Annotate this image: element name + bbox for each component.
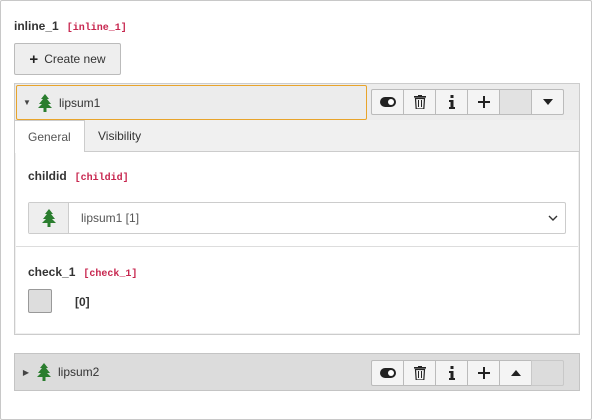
- plus-icon: [477, 367, 490, 379]
- childid-panel: childid [childid] lipsum1 [1]: [16, 152, 578, 247]
- childid-label-text: childid: [28, 169, 67, 183]
- arrow-down-icon: [542, 99, 553, 105]
- record-lipsum2: ▶ lipsum2: [14, 353, 580, 391]
- chevron-down-icon: [541, 203, 565, 233]
- add-button[interactable]: [467, 360, 500, 386]
- info-button[interactable]: [435, 89, 468, 115]
- tab-general[interactable]: General: [15, 120, 85, 153]
- delete-button[interactable]: [403, 360, 436, 386]
- field-label: inline_1 [inline_1]: [14, 19, 127, 34]
- info-button[interactable]: [435, 360, 468, 386]
- plus-icon: [477, 96, 490, 108]
- childid-code: [childid]: [74, 173, 129, 184]
- delete-button[interactable]: [403, 89, 436, 115]
- record-title: lipsum2: [58, 365, 100, 379]
- tree-icon: [36, 363, 54, 381]
- check-label-text: check_1: [28, 265, 76, 279]
- field-label-text: inline_1: [14, 19, 59, 33]
- record-toolbar: [371, 89, 564, 115]
- plus-icon: +: [29, 50, 39, 68]
- toggle-icon: [379, 368, 396, 378]
- trash-icon: [413, 95, 426, 109]
- childid-label: childid [childid]: [28, 169, 129, 184]
- create-new-button[interactable]: + Create new: [14, 43, 121, 75]
- caret-right-icon[interactable]: ▶: [16, 368, 36, 377]
- create-new-label: Create new: [44, 52, 106, 66]
- tree-icon: [41, 209, 56, 227]
- move-down-button[interactable]: [531, 89, 564, 115]
- field-code: [inline_1]: [66, 23, 127, 34]
- select-addon: [29, 203, 69, 233]
- record-header[interactable]: ▼ lipsum1: [15, 84, 579, 120]
- check-code: [check_1]: [83, 269, 138, 280]
- record-toolbar: [371, 360, 564, 386]
- tree-icon: [37, 93, 55, 112]
- toggle-icon: [379, 97, 396, 107]
- check-1-checkbox[interactable]: [28, 289, 52, 313]
- info-icon: [448, 95, 455, 109]
- trash-icon: [413, 366, 426, 380]
- record-tabs: General Visibility: [15, 120, 579, 153]
- move-up-button[interactable]: [499, 360, 532, 386]
- arrow-up-icon: [510, 370, 521, 376]
- record-title: lipsum1: [59, 95, 101, 110]
- check-label: check_1 [check_1]: [28, 265, 137, 280]
- move-up-placeholder: [499, 89, 532, 115]
- tab-visibility[interactable]: Visibility: [85, 120, 154, 152]
- caret-down-icon[interactable]: ▼: [17, 98, 37, 107]
- form-frame: inline_1 [inline_1] + Create new ▼ lipsum…: [0, 0, 592, 420]
- toggle-button[interactable]: [371, 89, 404, 115]
- move-down-placeholder: [531, 360, 564, 386]
- check-value: [0]: [75, 295, 90, 309]
- record-lipsum1: ▼ lipsum1 General Visibility childid [ch…: [14, 83, 580, 335]
- add-button[interactable]: [467, 89, 500, 115]
- info-icon: [448, 366, 455, 380]
- childid-select-value: lipsum1 [1]: [81, 211, 140, 225]
- record-title-box[interactable]: ▼ lipsum1: [16, 85, 367, 120]
- childid-select[interactable]: lipsum1 [1]: [28, 202, 566, 234]
- record-header[interactable]: ▶ lipsum2: [15, 354, 579, 390]
- toggle-button[interactable]: [371, 360, 404, 386]
- record-title-box[interactable]: ▶ lipsum2: [16, 355, 367, 389]
- check-panel: check_1 [check_1] [0]: [16, 247, 578, 333]
